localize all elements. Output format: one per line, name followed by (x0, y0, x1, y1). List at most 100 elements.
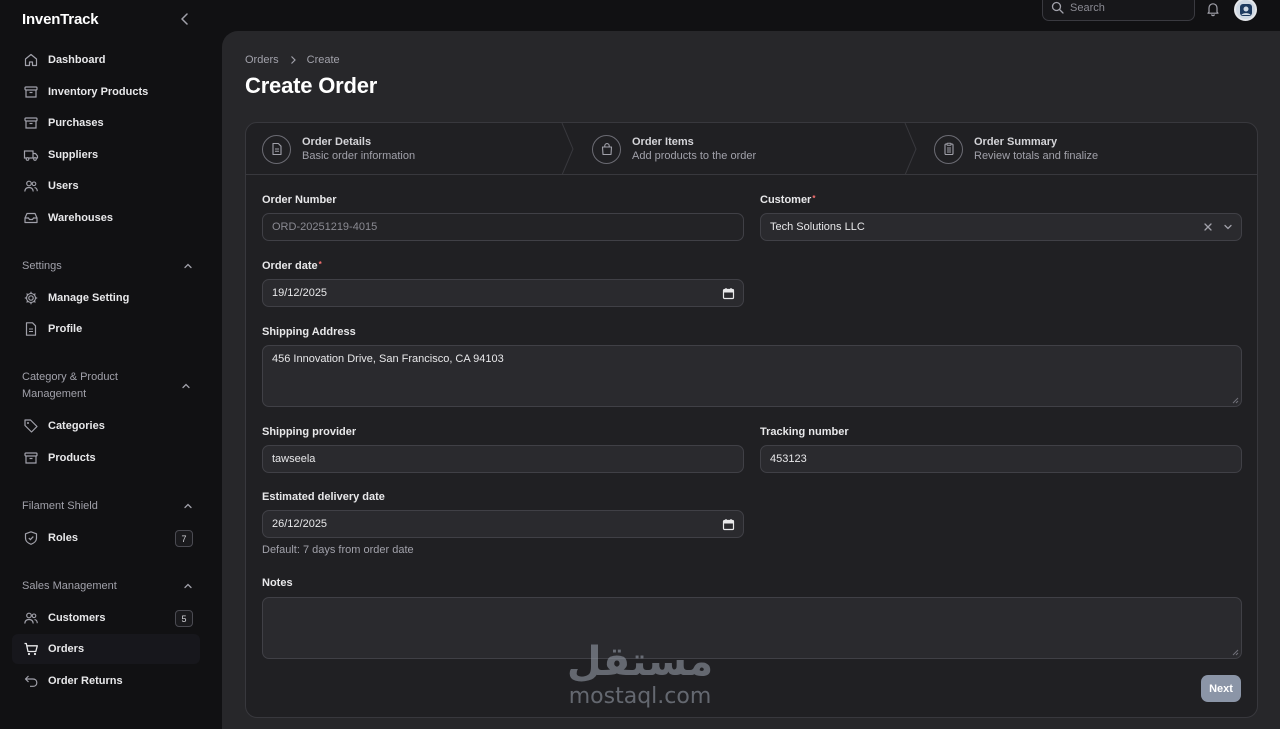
sidebar-item-manage-setting[interactable]: Manage Setting (12, 283, 200, 313)
customer-value: Tech Solutions LLC (770, 221, 865, 233)
step-title: Order Summary (974, 136, 1058, 148)
step-order-summary[interactable]: Order Summary Review totals and finalize (934, 123, 1098, 175)
sidebar-item-label: Categories (48, 420, 105, 432)
sidebar-item-dashboard[interactable]: Dashboard (12, 45, 200, 75)
shipping-provider-label: Shipping provider (262, 426, 357, 438)
customer-label: Customer* (760, 194, 816, 206)
sidebar-item-purchases[interactable]: Purchases (12, 108, 200, 138)
next-button[interactable]: Next (1201, 675, 1241, 702)
home-icon (22, 51, 40, 69)
bell-icon (1207, 3, 1219, 17)
user-avatar[interactable] (1234, 0, 1257, 21)
chevron-down-icon[interactable] (1223, 222, 1233, 232)
sidebar-item-label: Products (48, 452, 96, 464)
chevron-right-icon (289, 55, 297, 65)
sidebar-item-customers[interactable]: Customers 5 (12, 603, 200, 633)
tag-icon (22, 417, 40, 435)
sidebar-item-suppliers[interactable]: Suppliers (12, 140, 200, 170)
shipping-provider-value: tawseela (272, 453, 316, 465)
archive-box-icon (22, 449, 40, 467)
notes-label: Notes (262, 577, 293, 589)
sidebar-item-warehouses[interactable]: Warehouses (12, 203, 200, 233)
tracking-number-label: Tracking number (760, 426, 849, 438)
count-badge: 7 (175, 530, 193, 547)
sidebar-item-orders[interactable]: Orders (12, 634, 200, 664)
sidebar-group-settings[interactable]: Settings (22, 258, 197, 275)
sidebar-group-category-product[interactable]: Category & Product Management (22, 369, 147, 403)
global-search[interactable] (1042, 0, 1195, 21)
clear-icon[interactable] (1203, 222, 1213, 232)
step-title: Order Items (632, 136, 694, 148)
shipping-provider-field[interactable]: tawseela (262, 445, 744, 473)
estimated-delivery-field[interactable]: 26/12/2025 (262, 510, 744, 538)
step-divider (561, 123, 574, 175)
collapse-sidebar-button[interactable] (176, 10, 194, 28)
calendar-icon[interactable] (722, 287, 735, 300)
sidebar-item-profile[interactable]: Profile (12, 314, 200, 344)
shopping-cart-icon (22, 640, 40, 658)
sidebar: InvenTrack Dashboard Inventory Products … (0, 0, 222, 729)
users-icon (22, 177, 40, 195)
gear-icon (22, 289, 40, 307)
resize-grip-icon[interactable] (1232, 649, 1239, 656)
customer-select[interactable]: Tech Solutions LLC (760, 213, 1242, 241)
group-title: Sales Management (22, 580, 117, 592)
sidebar-item-order-returns[interactable]: Order Returns (12, 666, 200, 696)
sidebar-item-label: Roles (48, 532, 78, 544)
sidebar-item-label: Warehouses (48, 212, 114, 224)
step-order-items[interactable]: Order Items Add products to the order (592, 123, 756, 175)
step-divider (904, 123, 917, 175)
chevron-up-icon[interactable] (181, 381, 191, 391)
sidebar-group-sales-management[interactable]: Sales Management (22, 578, 197, 595)
required-mark: * (318, 260, 322, 269)
calendar-icon[interactable] (722, 518, 735, 531)
archive-box-icon (22, 114, 40, 132)
sidebar-item-inventory-products[interactable]: Inventory Products (12, 77, 200, 107)
shopping-bag-icon (592, 134, 621, 164)
search-input[interactable] (1070, 1, 1180, 14)
count-badge: 5 (175, 610, 193, 627)
sidebar-item-products[interactable]: Products (12, 443, 200, 473)
chevron-up-icon (184, 263, 192, 269)
shipping-address-textarea[interactable]: 456 Innovation Drive, San Francisco, CA … (262, 345, 1242, 407)
breadcrumb-current: Create (306, 54, 340, 66)
group-title: Settings (22, 260, 62, 272)
order-date-value: 19/12/2025 (272, 287, 328, 299)
sidebar-item-users[interactable]: Users (12, 171, 200, 201)
sidebar-item-label: Users (48, 180, 79, 192)
shield-check-icon (22, 529, 40, 547)
inbox-stack-icon (22, 209, 40, 227)
wizard-steps: Order Details Basic order information Or… (246, 123, 1257, 175)
resize-grip-icon[interactable] (1232, 397, 1239, 404)
order-number-field[interactable]: ORD-20251219-4015 (262, 213, 744, 241)
sidebar-item-categories[interactable]: Categories (12, 411, 200, 441)
step-subtitle: Add products to the order (632, 150, 757, 162)
step-order-details[interactable]: Order Details Basic order information (262, 123, 415, 175)
order-date-label: Order date* (262, 260, 322, 272)
group-title: Category & Product Management (22, 371, 118, 400)
arrow-uturn-left-icon (22, 672, 40, 690)
avatar-icon (1239, 3, 1252, 16)
chevron-left-icon (181, 13, 188, 25)
truck-icon (22, 146, 40, 164)
document-icon (262, 134, 291, 164)
page-title: Create Order (245, 73, 378, 98)
notifications-button[interactable] (1205, 1, 1223, 17)
breadcrumb: Orders Create (245, 54, 340, 66)
tracking-number-field[interactable]: 453123 (760, 445, 1242, 473)
order-date-field[interactable]: 19/12/2025 (262, 279, 744, 307)
sidebar-item-label: Order Returns (48, 675, 123, 687)
sidebar-item-label: Inventory Products (48, 86, 149, 98)
document-icon (22, 320, 40, 338)
sidebar-group-filament-shield[interactable]: Filament Shield (22, 498, 197, 515)
notes-textarea[interactable] (262, 597, 1242, 659)
watermark-arabic: مستقل (566, 639, 714, 685)
group-title: Filament Shield (22, 500, 98, 512)
users-icon (22, 609, 40, 627)
sidebar-item-label: Dashboard (48, 54, 106, 66)
sidebar-item-roles[interactable]: Roles 7 (12, 523, 200, 553)
chevron-up-icon (184, 583, 192, 589)
sidebar-item-label: Orders (48, 643, 85, 655)
app-logo[interactable]: InvenTrack (22, 11, 99, 28)
breadcrumb-orders[interactable]: Orders (245, 54, 279, 66)
